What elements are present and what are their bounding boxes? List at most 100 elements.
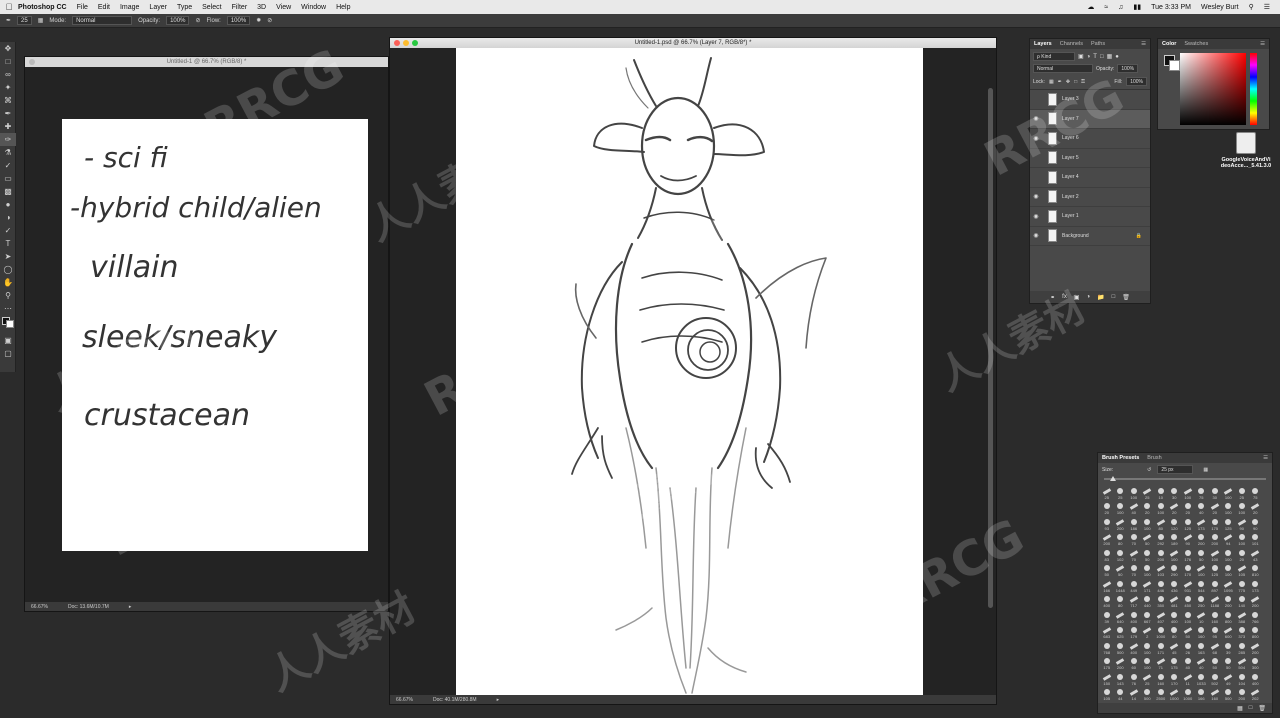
brush-preset[interactable]: 103 (1154, 563, 1168, 577)
brush-preset[interactable]: 11 (1181, 671, 1195, 686)
brush-panel-toggle-icon[interactable]: ▦ (38, 17, 44, 24)
menu-edit[interactable]: Edit (98, 4, 110, 11)
layer-thumbnail[interactable] (1048, 229, 1057, 243)
lock-paint-icon[interactable]: ✒ (1058, 79, 1062, 85)
layer-row[interactable]: ◉ Layer 1 (1030, 207, 1150, 227)
brush-preset[interactable]: 40 (1195, 501, 1209, 515)
blend-mode-select[interactable]: Normal (1033, 64, 1093, 73)
layer-thumbnail[interactable] (1048, 209, 1057, 223)
new-brush-icon[interactable]: □ (1249, 705, 1253, 711)
tab-color[interactable]: Color (1162, 41, 1176, 47)
brush-preset[interactable]: 175 (1208, 516, 1222, 531)
brush-preset[interactable]: 897 (1208, 578, 1222, 593)
pressure-opacity-icon[interactable]: ⊘ (195, 17, 200, 24)
eyedropper-tool-icon[interactable]: ✒ (0, 107, 16, 120)
brush-preset[interactable]: 400 (1168, 609, 1182, 624)
healing-brush-tool-icon[interactable]: ✚ (0, 120, 16, 133)
crop-tool-icon[interactable]: ⌘ (0, 94, 16, 107)
brush-preset[interactable]: 449 (1127, 578, 1141, 593)
layer-name[interactable]: Layer 7 (1062, 116, 1079, 122)
brush-preset[interactable]: 39 (1100, 609, 1114, 624)
panel-menu-icon[interactable]: ☰ (1141, 41, 1146, 47)
brush-preset[interactable]: 101 (1249, 532, 1263, 546)
move-tool-icon[interactable]: ✥ (0, 42, 16, 55)
brush-preset[interactable]: 10 (1154, 485, 1168, 500)
brush-preset[interactable]: 70 (1127, 563, 1141, 577)
brush-preset[interactable]: 446 (1154, 578, 1168, 593)
menubar-clock[interactable]: Tue 3:33 PM (1151, 4, 1191, 11)
brush-preset[interactable]: 40 (1127, 501, 1141, 515)
menu-file[interactable]: File (77, 4, 88, 11)
tab-brush[interactable]: Brush (1147, 455, 1161, 461)
notification-center-icon[interactable]: ☰ (1264, 3, 1270, 11)
brush-preset[interactable]: 25 (1235, 485, 1249, 500)
brush-preset[interactable]: 1033 (1195, 671, 1209, 686)
color-bg-swatch[interactable] (1169, 60, 1180, 71)
brush-preset[interactable]: 600 (1222, 625, 1236, 639)
brush-preset[interactable]: 50 (1141, 547, 1155, 562)
blur-tool-icon[interactable]: ● (0, 198, 16, 211)
visibility-eye-icon[interactable]: ◉ (1030, 213, 1042, 220)
layer-thumbnail[interactable] (1048, 131, 1057, 145)
fill-field[interactable]: 100% (1126, 77, 1147, 86)
background-color-swatch[interactable] (6, 320, 14, 328)
brush-preset[interactable]: 171 (1141, 578, 1155, 593)
brush-preset[interactable]: 1000 (1154, 625, 1168, 639)
filter-pixel-icon[interactable]: ▣ (1078, 53, 1084, 60)
brush-preset[interactable]: 50 (1141, 532, 1155, 546)
brush-preset[interactable]: 40 (1195, 656, 1209, 670)
brush-preset[interactable]: 200 (1195, 532, 1209, 546)
layer-thumbnail[interactable] (1048, 92, 1057, 106)
marquee-tool-icon[interactable]: □ (0, 55, 16, 68)
brush-preset[interactable]: 100 (1222, 547, 1236, 562)
brush-preset[interactable]: 143 (1114, 671, 1128, 686)
brush-preset[interactable]: 170 (1181, 563, 1195, 577)
brush-preset[interactable]: 44 (1114, 687, 1128, 701)
tab-brush-presets[interactable]: Brush Presets (1102, 455, 1139, 461)
brush-preset[interactable]: 2 (1141, 625, 1155, 639)
brush-preset[interactable]: 166 (1100, 578, 1114, 593)
brush-preset[interactable]: 350 (1154, 594, 1168, 608)
airbrush-icon[interactable]: ✹ (256, 17, 261, 24)
brush-preset[interactable]: 400 (1100, 594, 1114, 608)
brush-preset[interactable]: 150 (1100, 671, 1114, 686)
more-tools-icon[interactable]: ⋯ (0, 302, 16, 315)
brush-preset[interactable]: 100 (1208, 547, 1222, 562)
brush-preset[interactable]: 2500 (1154, 687, 1168, 701)
notes-canvas[interactable]: - sci fi -hybrid child/alien villain sle… (62, 119, 368, 551)
brush-preset[interactable]: 200 (1235, 687, 1249, 701)
eraser-tool-icon[interactable]: ▭ (0, 172, 16, 185)
brush-preset[interactable]: 768 (1100, 640, 1114, 655)
brush-preset[interactable]: 200 (1154, 547, 1168, 562)
brush-preset[interactable]: 179 (1127, 625, 1141, 639)
brush-preset[interactable]: 102 (1114, 547, 1128, 562)
reset-size-icon[interactable]: ↺ (1147, 467, 1151, 473)
layer-name[interactable]: Background (1062, 233, 1089, 239)
brush-size-picker[interactable]: 25 (17, 16, 32, 25)
brush-tool-icon[interactable]: ✑ (0, 133, 16, 146)
pressure-size-icon[interactable]: ⊘ (267, 17, 272, 24)
filter-adjust-icon[interactable]: ◑ (1087, 54, 1091, 60)
brush-preset[interactable]: 50 (1181, 625, 1195, 639)
brush-preset[interactable]: 125 (1208, 563, 1222, 577)
brush-preset[interactable]: 75 (1195, 485, 1209, 500)
brush-preset[interactable]: 83 (1100, 547, 1114, 562)
brush-preset[interactable]: 125 (1181, 516, 1195, 531)
flow-field[interactable]: 100% (226, 16, 251, 25)
sketch-document-titlebar[interactable]: Untitled-1.psd @ 66.7% (Layer 7, RGB/8*)… (390, 38, 996, 48)
battery-icon[interactable]: ▮▮ (1133, 3, 1141, 11)
brush-preset[interactable]: 1448 (1114, 578, 1128, 593)
brush-preset[interactable]: 49 (1222, 671, 1236, 686)
brush-preset[interactable]: 50 (1195, 547, 1209, 562)
brush-preset[interactable]: 25 (1141, 671, 1155, 686)
spotlight-icon[interactable]: ⚲ (1249, 3, 1254, 11)
brush-preset[interactable]: 544 (1195, 578, 1209, 593)
hand-tool-icon[interactable]: ✋ (0, 276, 16, 289)
brush-preset[interactable]: 160 (1195, 625, 1209, 639)
brush-preset[interactable]: 20 (1181, 501, 1195, 515)
brush-preset[interactable]: 625 (1114, 625, 1128, 639)
brush-preset[interactable]: 800 (1222, 609, 1236, 624)
brush-preset[interactable]: 202 (1249, 687, 1263, 701)
brush-preset[interactable]: 800 (1249, 625, 1263, 639)
layer-row[interactable]: ◉ Layer 2 (1030, 188, 1150, 207)
